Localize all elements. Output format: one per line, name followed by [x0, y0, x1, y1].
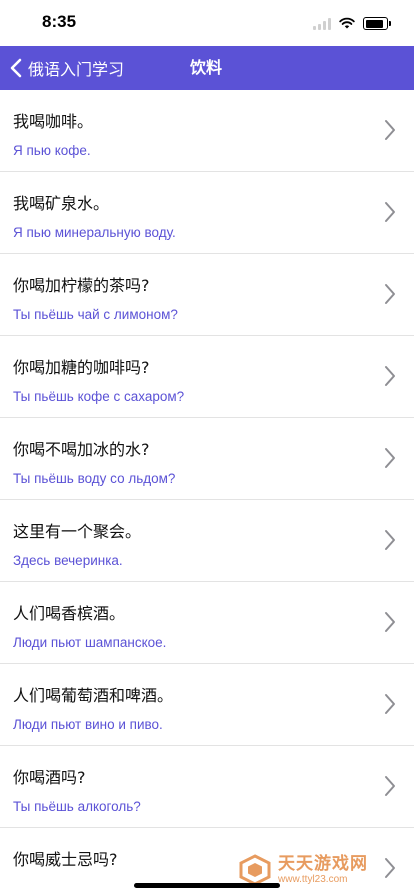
wifi-icon	[339, 14, 355, 33]
chevron-right-icon	[384, 529, 396, 551]
phrase-row[interactable]: 人们喝葡萄酒和啤酒。 Люди пьют вино и пиво.	[0, 664, 414, 746]
chevron-right-icon	[384, 119, 396, 141]
phrase-russian: Я пью кофе.	[13, 143, 91, 158]
phrase-row[interactable]: 你喝加糖的咖啡吗? Ты пьёшь кофе с сахаром?	[0, 336, 414, 418]
phrase-row[interactable]: 我喝矿泉水。 Я пью минеральную воду.	[0, 172, 414, 254]
phrase-russian: Люди пьют вино и пиво.	[13, 717, 163, 732]
navigation-bar: 俄语入门学习 饮料	[0, 46, 414, 90]
phrase-row[interactable]: 你喝加柠檬的茶吗? Ты пьёшь чай с лимоном?	[0, 254, 414, 336]
phrase-row[interactable]: 你喝不喝加冰的水? Ты пьёшь воду со льдом?	[0, 418, 414, 500]
status-icons	[313, 14, 391, 33]
phrase-row[interactable]: 你喝酒吗? Ты пьёшь алкоголь?	[0, 746, 414, 828]
phrase-row[interactable]: 我喝咖啡。 Я пью кофе.	[0, 90, 414, 172]
chevron-right-icon	[384, 365, 396, 387]
status-time: 8:35	[42, 12, 77, 31]
phrase-list: 我喝咖啡。 Я пью кофе. 我喝矿泉水。 Я пью минеральную …	[0, 90, 414, 896]
back-label: 俄语入门学习	[28, 60, 125, 79]
cellular-signal-icon	[313, 17, 331, 30]
phrase-chinese: 人们喝葡萄酒和啤酒。	[13, 686, 174, 705]
phrase-chinese: 我喝咖啡。	[13, 112, 94, 131]
phrase-russian: Люди пьют шампанское.	[13, 635, 167, 650]
phrase-chinese: 你喝不喝加冰的水?	[13, 440, 150, 459]
home-indicator[interactable]	[134, 883, 280, 888]
screen: 8:35 俄语入门学习 饮料 我喝咖啡。 Я пью кофе. 我喝矿泉水。 …	[0, 0, 414, 896]
chevron-left-icon	[10, 58, 22, 78]
chevron-right-icon	[384, 283, 396, 305]
battery-icon	[363, 17, 391, 30]
phrase-chinese: 我喝矿泉水。	[13, 194, 110, 213]
back-button[interactable]: 俄语入门学习	[10, 46, 124, 90]
watermark-url: www.ttyl23.com	[278, 873, 348, 885]
phrase-chinese: 人们喝香槟酒。	[13, 604, 126, 623]
phrase-chinese: 你喝加柠檬的茶吗?	[13, 276, 150, 295]
phrase-row[interactable]: 人们喝香槟酒。 Люди пьют шампанское.	[0, 582, 414, 664]
chevron-right-icon	[384, 447, 396, 469]
page-title: 饮料	[190, 58, 223, 77]
phrase-row[interactable]: 这里有一个聚会。 Здесь вечеринка.	[0, 500, 414, 582]
phrase-russian: Ты пьёшь кофе с сахаром?	[13, 389, 185, 404]
phrase-russian: Я пью минеральную воду.	[13, 225, 176, 240]
phrase-russian: Ты пьёшь чай с лимоном?	[13, 307, 178, 322]
watermark-title: 天天游戏网	[278, 854, 368, 875]
chevron-right-icon	[384, 775, 396, 797]
phrase-chinese: 你喝加糖的咖啡吗?	[13, 358, 150, 377]
phrase-russian: Ты пьёшь воду со льдом?	[13, 471, 176, 486]
phrase-russian: Здесь вечеринка.	[13, 553, 123, 568]
phrase-chinese: 你喝酒吗?	[13, 768, 86, 787]
chevron-right-icon	[384, 201, 396, 223]
phrase-russian: Ты пьёшь алкоголь?	[13, 799, 141, 814]
chevron-right-icon	[384, 693, 396, 715]
phrase-chinese: 你喝威士忌吗?	[13, 850, 118, 869]
chevron-right-icon	[384, 611, 396, 633]
watermark-logo-icon	[238, 853, 272, 887]
status-bar: 8:35	[0, 0, 414, 46]
watermark-text: 天天游戏网 www.ttyl23.com	[278, 855, 368, 885]
phrase-chinese: 这里有一个聚会。	[13, 522, 142, 541]
